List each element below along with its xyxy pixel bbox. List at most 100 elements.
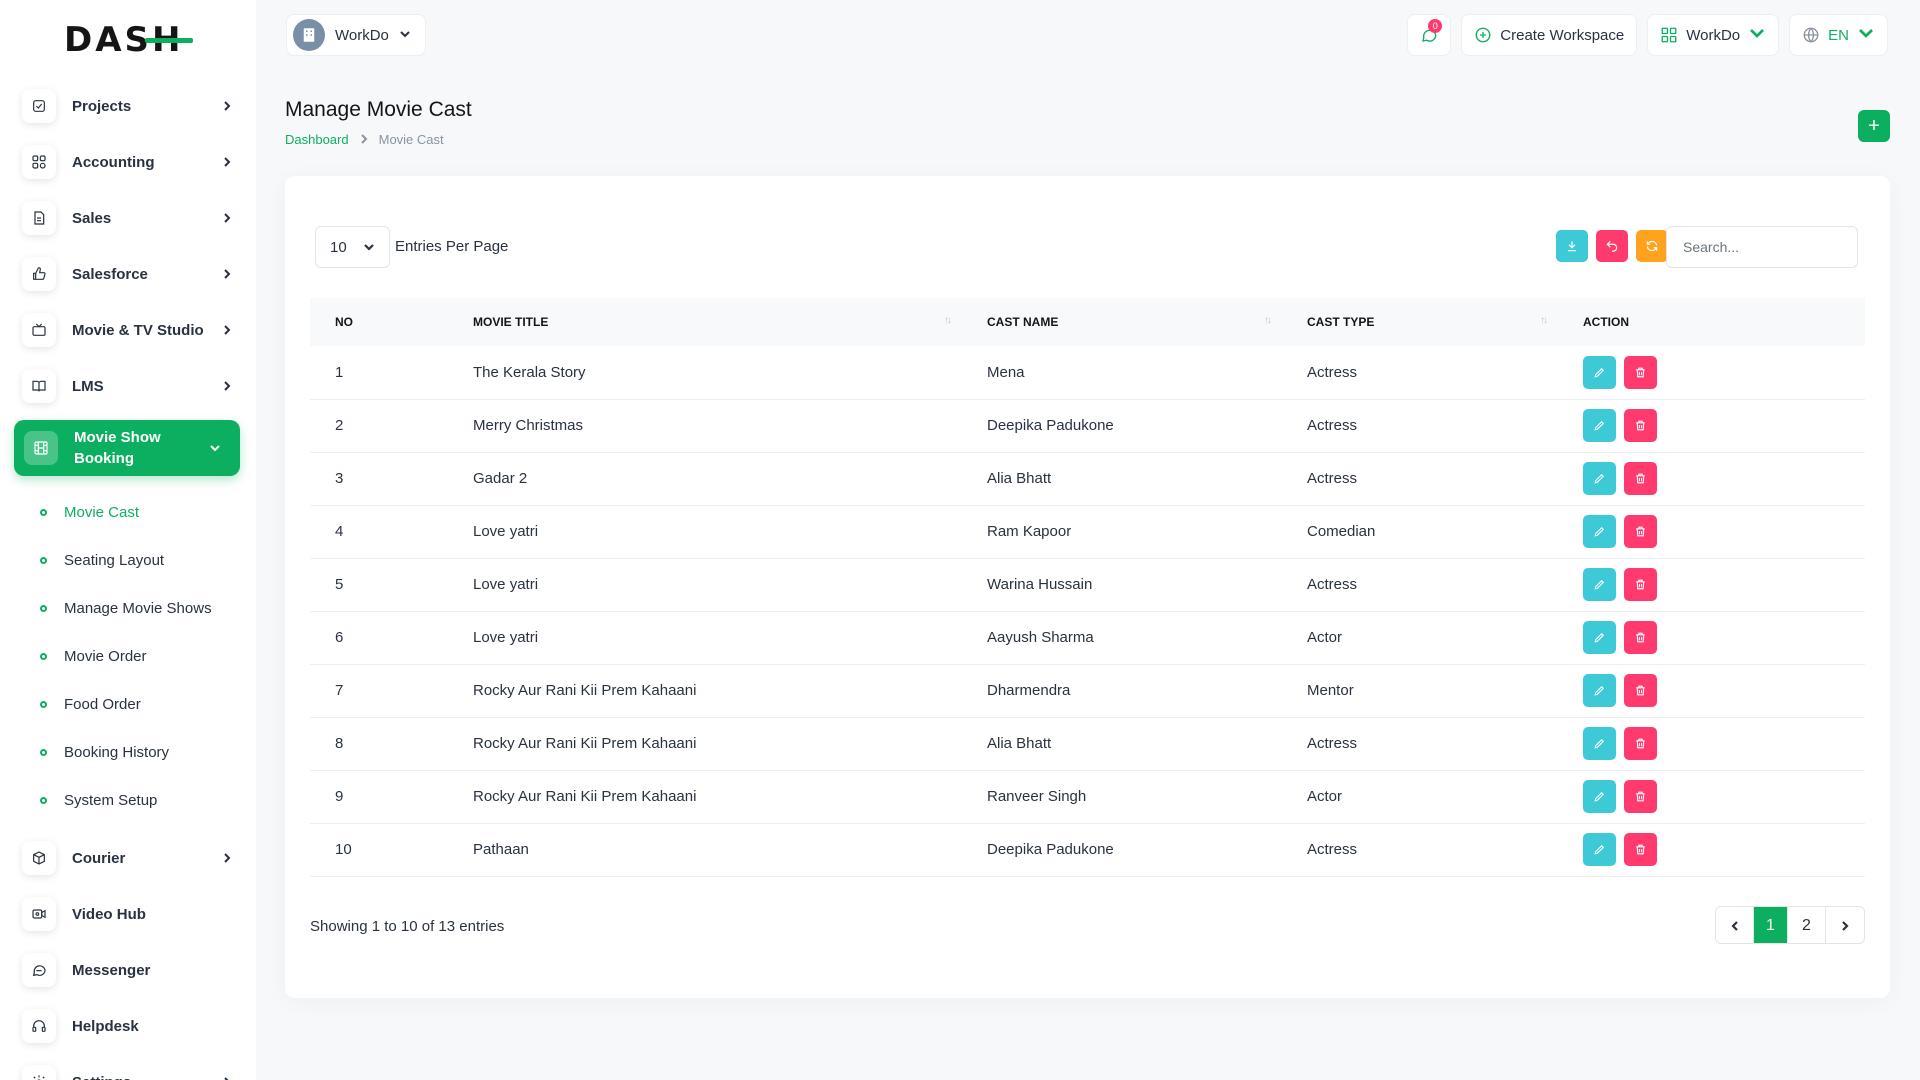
undo-icon <box>1606 240 1618 252</box>
submenu-item-system-setup[interactable]: System Setup <box>0 776 256 824</box>
cell-cast-type: Actress <box>1307 735 1358 752</box>
film-icon <box>24 431 58 465</box>
pencil-icon <box>1594 791 1605 802</box>
delete-button[interactable] <box>1624 462 1657 495</box>
cell-movie-title: Love yatri <box>473 576 539 593</box>
logo-accent-bar <box>145 38 194 43</box>
edit-button[interactable] <box>1583 674 1616 707</box>
column-movie-title[interactable]: MOVIE TITLE ↑↓ <box>448 298 962 346</box>
thumb-up-icon <box>22 257 56 291</box>
bullet-icon <box>40 796 47 804</box>
workspace-switcher[interactable]: WorkDo <box>286 14 426 56</box>
sidebar-item-label: Messenger <box>72 961 151 979</box>
cell-cast-name: Ranveer Singh <box>987 788 1087 805</box>
cell-cast-name: Ram Kapoor <box>987 523 1072 540</box>
column-cast-type[interactable]: CAST TYPE ↑↓ <box>1282 298 1558 346</box>
delete-button[interactable] <box>1624 621 1657 654</box>
delete-button[interactable] <box>1624 780 1657 813</box>
undo-button[interactable] <box>1596 230 1628 262</box>
logo-text: DASH <box>64 20 194 60</box>
column-no[interactable]: NO <box>310 298 448 346</box>
sidebar-item-courier[interactable]: Courier <box>0 830 256 886</box>
edit-button[interactable] <box>1583 621 1616 654</box>
edit-button[interactable] <box>1583 409 1616 442</box>
export-button[interactable] <box>1556 230 1588 262</box>
delete-button[interactable] <box>1624 515 1657 548</box>
chevron-down-icon <box>364 244 374 251</box>
trash-icon <box>1636 844 1645 855</box>
sidebar-item-helpdesk[interactable]: Helpdesk <box>0 998 256 1054</box>
pagination-page-2[interactable]: 2 <box>1788 907 1826 943</box>
bullet-icon <box>40 748 47 756</box>
sidebar-item-lms[interactable]: LMS <box>0 358 256 414</box>
submenu-item-movie-cast[interactable]: Movie Cast <box>0 488 256 536</box>
submenu-item-booking-history[interactable]: Booking History <box>0 728 256 776</box>
messages-button[interactable]: 0 <box>1407 14 1452 56</box>
sidebar-item-accounting[interactable]: Accounting <box>0 134 256 190</box>
pencil-icon <box>1594 738 1605 749</box>
add-cast-button[interactable]: + <box>1858 110 1890 142</box>
search-input[interactable] <box>1666 226 1858 268</box>
user-workspace-dropdown[interactable]: WorkDo <box>1647 14 1780 56</box>
delete-button[interactable] <box>1624 568 1657 601</box>
submenu-item-manage-movie-shows[interactable]: Manage Movie Shows <box>0 584 256 632</box>
plus-circle-icon <box>1475 27 1491 43</box>
sidebar-item-video-hub[interactable]: Video Hub <box>0 886 256 942</box>
submenu-item-seating-layout[interactable]: Seating Layout <box>0 536 256 584</box>
logo[interactable]: DASH <box>0 0 256 80</box>
edit-button[interactable] <box>1583 462 1616 495</box>
table-row: 9 Rocky Aur Rani Kii Prem Kahaani Ranvee… <box>310 770 1865 823</box>
sidebar-item-movie-show-booking[interactable]: Movie Show Booking <box>14 420 240 476</box>
sidebar-item-label: Movie & TV Studio <box>72 321 204 339</box>
delete-button[interactable] <box>1624 355 1657 389</box>
sidebar-item-settings[interactable]: Settings <box>0 1054 256 1080</box>
cell-cast-name: Deepika Padukone <box>987 841 1114 858</box>
chevron-right-icon <box>220 379 234 393</box>
breadcrumb-dashboard[interactable]: Dashboard <box>285 132 349 147</box>
globe-icon <box>1803 27 1819 43</box>
pagination: 12 <box>1715 906 1865 944</box>
delete-button[interactable] <box>1624 833 1657 866</box>
language-dropdown[interactable]: EN <box>1789 14 1888 56</box>
pagination-next[interactable] <box>1826 907 1864 943</box>
sidebar-item-movie-and-tv-studio[interactable]: Movie & TV Studio <box>0 302 256 358</box>
cell-no: 3 <box>335 470 344 487</box>
sidebar-item-salesforce[interactable]: Salesforce <box>0 246 256 302</box>
trash-icon <box>1636 420 1645 431</box>
edit-button[interactable] <box>1583 833 1616 866</box>
cell-cast-name: Dharmendra <box>987 682 1071 699</box>
edit-button[interactable] <box>1583 568 1616 601</box>
table-row: 4 Love yatri Ram Kapoor Comedian <box>310 505 1865 558</box>
file-icon <box>22 201 56 235</box>
edit-button[interactable] <box>1583 515 1616 548</box>
sidebar-item-sales[interactable]: Sales <box>0 190 256 246</box>
cell-no: 6 <box>335 629 344 646</box>
cell-action <box>1558 505 1865 558</box>
column-cast-name[interactable]: CAST NAME ↑↓ <box>962 298 1282 346</box>
edit-button[interactable] <box>1583 780 1616 813</box>
sidebar-item-messenger[interactable]: Messenger <box>0 942 256 998</box>
trash-icon <box>1636 685 1645 696</box>
sidebar-item-projects[interactable]: Projects <box>0 78 256 134</box>
sort-icon: ↑↓ <box>944 315 952 326</box>
delete-button[interactable] <box>1624 409 1657 442</box>
table-row: 6 Love yatri Aayush Sharma Actor <box>310 611 1865 664</box>
table-row: 3 Gadar 2 Alia Bhatt Actress <box>310 452 1865 505</box>
edit-button[interactable] <box>1583 727 1616 760</box>
delete-button[interactable] <box>1624 727 1657 760</box>
create-workspace-button[interactable]: Create Workspace <box>1461 14 1638 56</box>
pagination-prev[interactable] <box>1716 907 1754 943</box>
refresh-button[interactable] <box>1636 230 1668 262</box>
delete-button[interactable] <box>1624 674 1657 707</box>
edit-button[interactable] <box>1583 355 1616 389</box>
pagination-page-1[interactable]: 1 <box>1754 907 1788 943</box>
sidebar-item-label: Salesforce <box>72 265 148 283</box>
submenu-item-food-order[interactable]: Food Order <box>0 680 256 728</box>
cell-cast-type: Mentor <box>1307 682 1354 699</box>
headset-icon <box>22 1009 56 1043</box>
entries-per-page-select[interactable]: 10 <box>315 226 390 268</box>
cell-movie-title: Pathaan <box>473 841 529 858</box>
per-page-label: Entries Per Page <box>395 238 509 255</box>
submenu-item-movie-order[interactable]: Movie Order <box>0 632 256 680</box>
bullet-icon <box>40 508 47 516</box>
